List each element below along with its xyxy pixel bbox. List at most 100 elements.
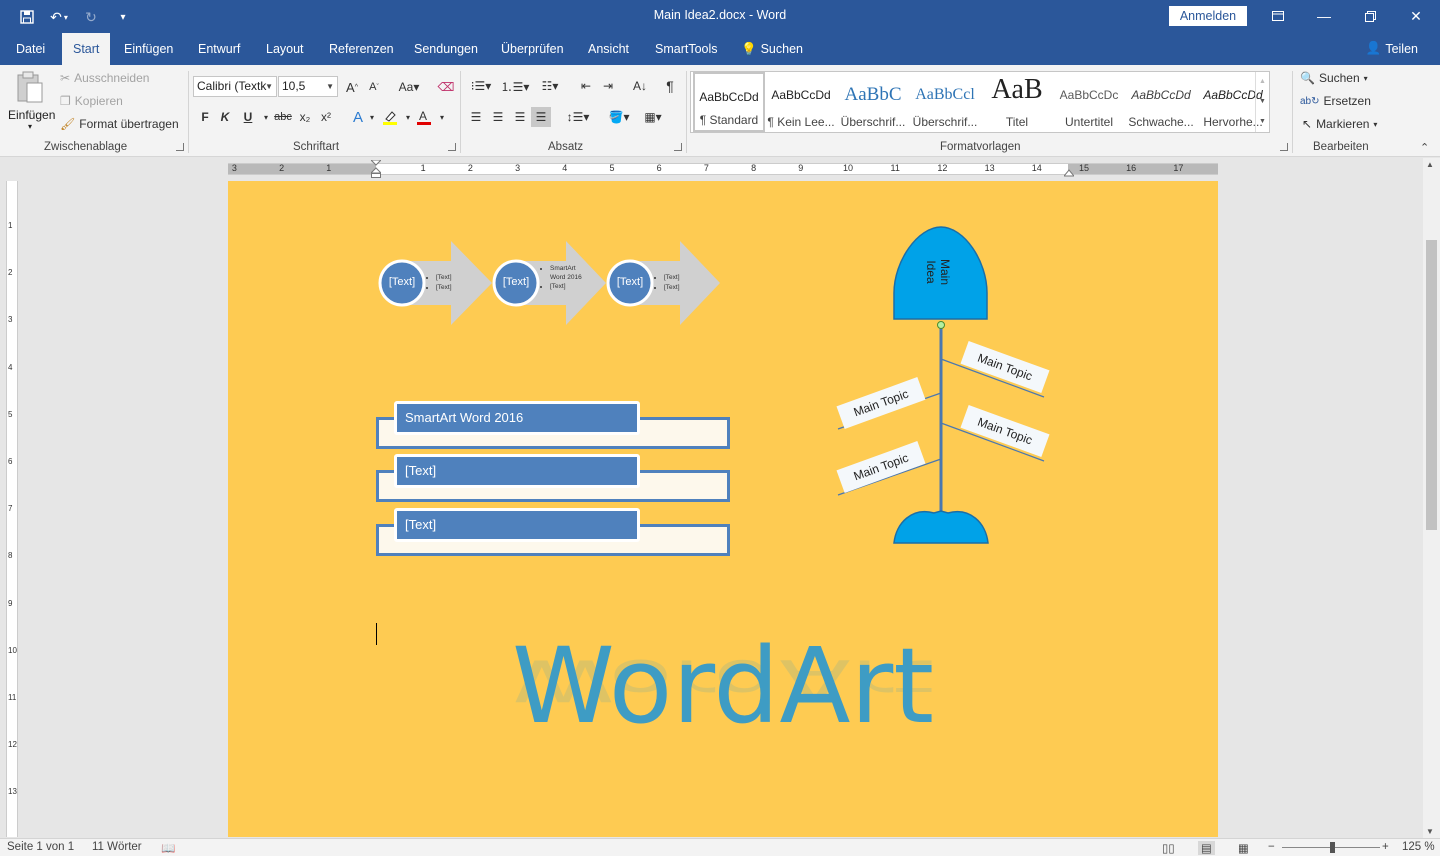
process-bullets[interactable]: [Text] [Text] [428,273,452,293]
save-icon[interactable] [14,6,40,28]
document-page[interactable]: [Text] [Text] [Text] [Text] [Text] Smart… [228,181,1218,837]
chevron-up-icon[interactable]: ▲ [1256,72,1269,92]
zoom-out-icon[interactable]: − [1268,841,1275,853]
process-circle-text[interactable]: [Text] [380,276,424,288]
style-heading-2[interactable]: AaBbCcl Überschrif... [909,72,981,132]
tab-smarttools[interactable]: SmartTools [644,33,729,65]
style-subtitle[interactable]: AaBbCcDc Untertitel [1053,72,1125,132]
tab-ansicht[interactable]: Ansicht [577,33,640,65]
ribbon-display-options-icon[interactable] [1255,0,1301,32]
tell-me-search[interactable]: 💡 Suchen [730,33,814,65]
numbering-icon[interactable]: ⒈☰▾ [500,76,530,96]
styles-launcher-icon[interactable] [1280,143,1288,151]
redo-icon[interactable]: ↻ [78,6,104,28]
list-item-header[interactable]: [Text] [394,454,640,488]
bold-button[interactable]: F [195,107,215,127]
italic-button[interactable]: K [215,107,235,127]
style-heading-1[interactable]: AaBbC Überschrif... [837,72,909,132]
underline-button[interactable]: U [238,107,258,127]
fishbone-diagram[interactable]: Main Idea Main Topic Main Topic Main Top… [828,221,1058,551]
indent-marker-icon[interactable] [369,159,383,178]
fishbone-head-text[interactable]: Main Idea [924,249,952,295]
undo-icon[interactable]: ↶ ▾ [46,6,72,28]
increase-indent-icon[interactable]: ⇥ [598,76,618,96]
vertical-scrollbar[interactable]: ▲ ▼ [1423,158,1440,838]
font-launcher-icon[interactable] [448,143,456,151]
replace-button[interactable]: ab↻ Ersetzen [1300,94,1371,108]
style-title[interactable]: AaB Titel [981,72,1053,132]
vertical-ruler[interactable]: 1 2 3 4 5 6 7 8 9 10 11 12 13 [6,181,18,837]
chevron-down-icon[interactable]: ▾ [362,107,382,127]
read-mode-icon[interactable]: ▯▯ [1162,841,1175,855]
zoom-level[interactable]: 125 % [1402,841,1435,853]
style-no-spacing[interactable]: AaBbCcDd ¶ Kein Lee... [765,72,837,132]
change-case-icon[interactable]: Aa▾ [394,77,424,97]
align-center-icon[interactable]: ☰ [488,107,508,127]
decrease-indent-icon[interactable]: ⇤ [576,76,596,96]
grow-font-icon[interactable]: A ^ [342,77,362,97]
superscript-button[interactable]: x² [316,107,336,127]
close-icon[interactable]: ✕ [1393,0,1439,32]
process-circle-text[interactable]: [Text] [608,276,652,288]
gallery-scrollbar[interactable]: ▲ ▼ ▼ [1255,72,1269,132]
shading-icon[interactable]: 🪣▾ [604,107,634,127]
web-layout-icon[interactable]: ▦ [1238,841,1249,855]
shrink-font-icon[interactable]: Aˇ [364,77,384,97]
page-count[interactable]: Seite 1 von 1 [7,841,74,853]
pilcrow-icon[interactable]: ¶ [660,76,680,96]
font-size-combo[interactable]: 10,5 ▼ [278,76,338,97]
style-standard[interactable]: AaBbCcDd ¶ Standard [693,72,765,132]
tab-datei[interactable]: Datei [5,33,56,65]
select-button[interactable]: ↖ Markieren ▾ [1302,117,1377,131]
process-bullets[interactable]: SmartArt Word 2016 [Text] [542,264,582,291]
list-item-header[interactable]: [Text] [394,508,640,542]
find-button[interactable]: 🔍 Suchen ▾ [1300,71,1368,85]
paste-button[interactable]: Einfügen ▾ [8,71,55,135]
wordart[interactable]: WordArt WordArt [478,634,968,776]
line-spacing-icon[interactable]: ↕☰▾ [564,107,592,127]
tab-einfuegen[interactable]: Einfügen [113,33,184,65]
share-button[interactable]: 👤 Teilen [1366,41,1418,56]
font-color-icon[interactable]: A [414,107,434,127]
scrollbar-thumb[interactable] [1426,240,1437,530]
cut-button[interactable]: ✂ Ausschneiden [60,71,149,85]
multilevel-list-icon[interactable]: ☷▾ [535,76,565,96]
process-bullets[interactable]: [Text] [Text] [656,273,680,293]
font-name-combo[interactable]: Calibri (Textk ▼ [193,76,277,97]
style-subtle-emphasis[interactable]: AaBbCcDd Schwache... [1125,72,1197,132]
list-item-header[interactable]: SmartArt Word 2016 [394,401,640,435]
gallery-more-icon[interactable]: ▼ [1256,112,1269,132]
align-right-icon[interactable]: ☰ [510,107,530,127]
chevron-down-icon[interactable]: ▾ [432,107,452,127]
tab-entwurf[interactable]: Entwurf [187,33,251,65]
right-indent-marker-icon[interactable] [1062,166,1076,177]
tab-sendungen[interactable]: Sendungen [403,33,489,65]
strikethrough-button[interactable]: abc [272,107,294,127]
chevron-down-icon[interactable]: ▼ [1256,92,1269,112]
clear-formatting-icon[interactable]: ⌫ [436,77,456,97]
zoom-slider-thumb[interactable] [1330,842,1335,853]
print-layout-icon[interactable]: ▤ [1198,841,1215,855]
tab-referenzen[interactable]: Referenzen [318,33,405,65]
clipboard-launcher-icon[interactable] [176,143,184,151]
sort-icon[interactable]: A↓ [630,76,650,96]
copy-button[interactable]: ❐ Kopieren [60,94,123,108]
collapse-ribbon-icon[interactable]: ⌃ [1420,141,1429,154]
justify-icon[interactable]: ☰ [531,107,551,127]
smartart-process[interactable]: [Text] [Text] [Text] [Text] [Text] Smart… [376,241,726,325]
tab-layout[interactable]: Layout [255,33,315,65]
chevron-down-icon[interactable]: ▼ [1426,827,1434,836]
customize-qat-icon[interactable]: ▾ [110,6,136,28]
highlight-icon[interactable] [380,107,400,127]
restore-icon[interactable] [1347,0,1393,32]
tab-ueberpruefen[interactable]: Überprüfen [490,33,575,65]
process-circle-text[interactable]: [Text] [494,276,538,288]
minimize-icon[interactable]: — [1301,0,1347,32]
smartart-list[interactable]: SmartArt Word 2016 [Text] [Text] [376,399,730,559]
paragraph-launcher-icon[interactable] [674,143,682,151]
subscript-button[interactable]: x₂ [295,107,315,127]
sign-in-button[interactable]: Anmelden [1169,6,1247,26]
bullets-icon[interactable]: ⁝☰▾ [466,76,496,96]
format-painter-button[interactable]: 🖌 Format übertragen [60,117,179,131]
zoom-in-icon[interactable]: + [1382,841,1389,853]
